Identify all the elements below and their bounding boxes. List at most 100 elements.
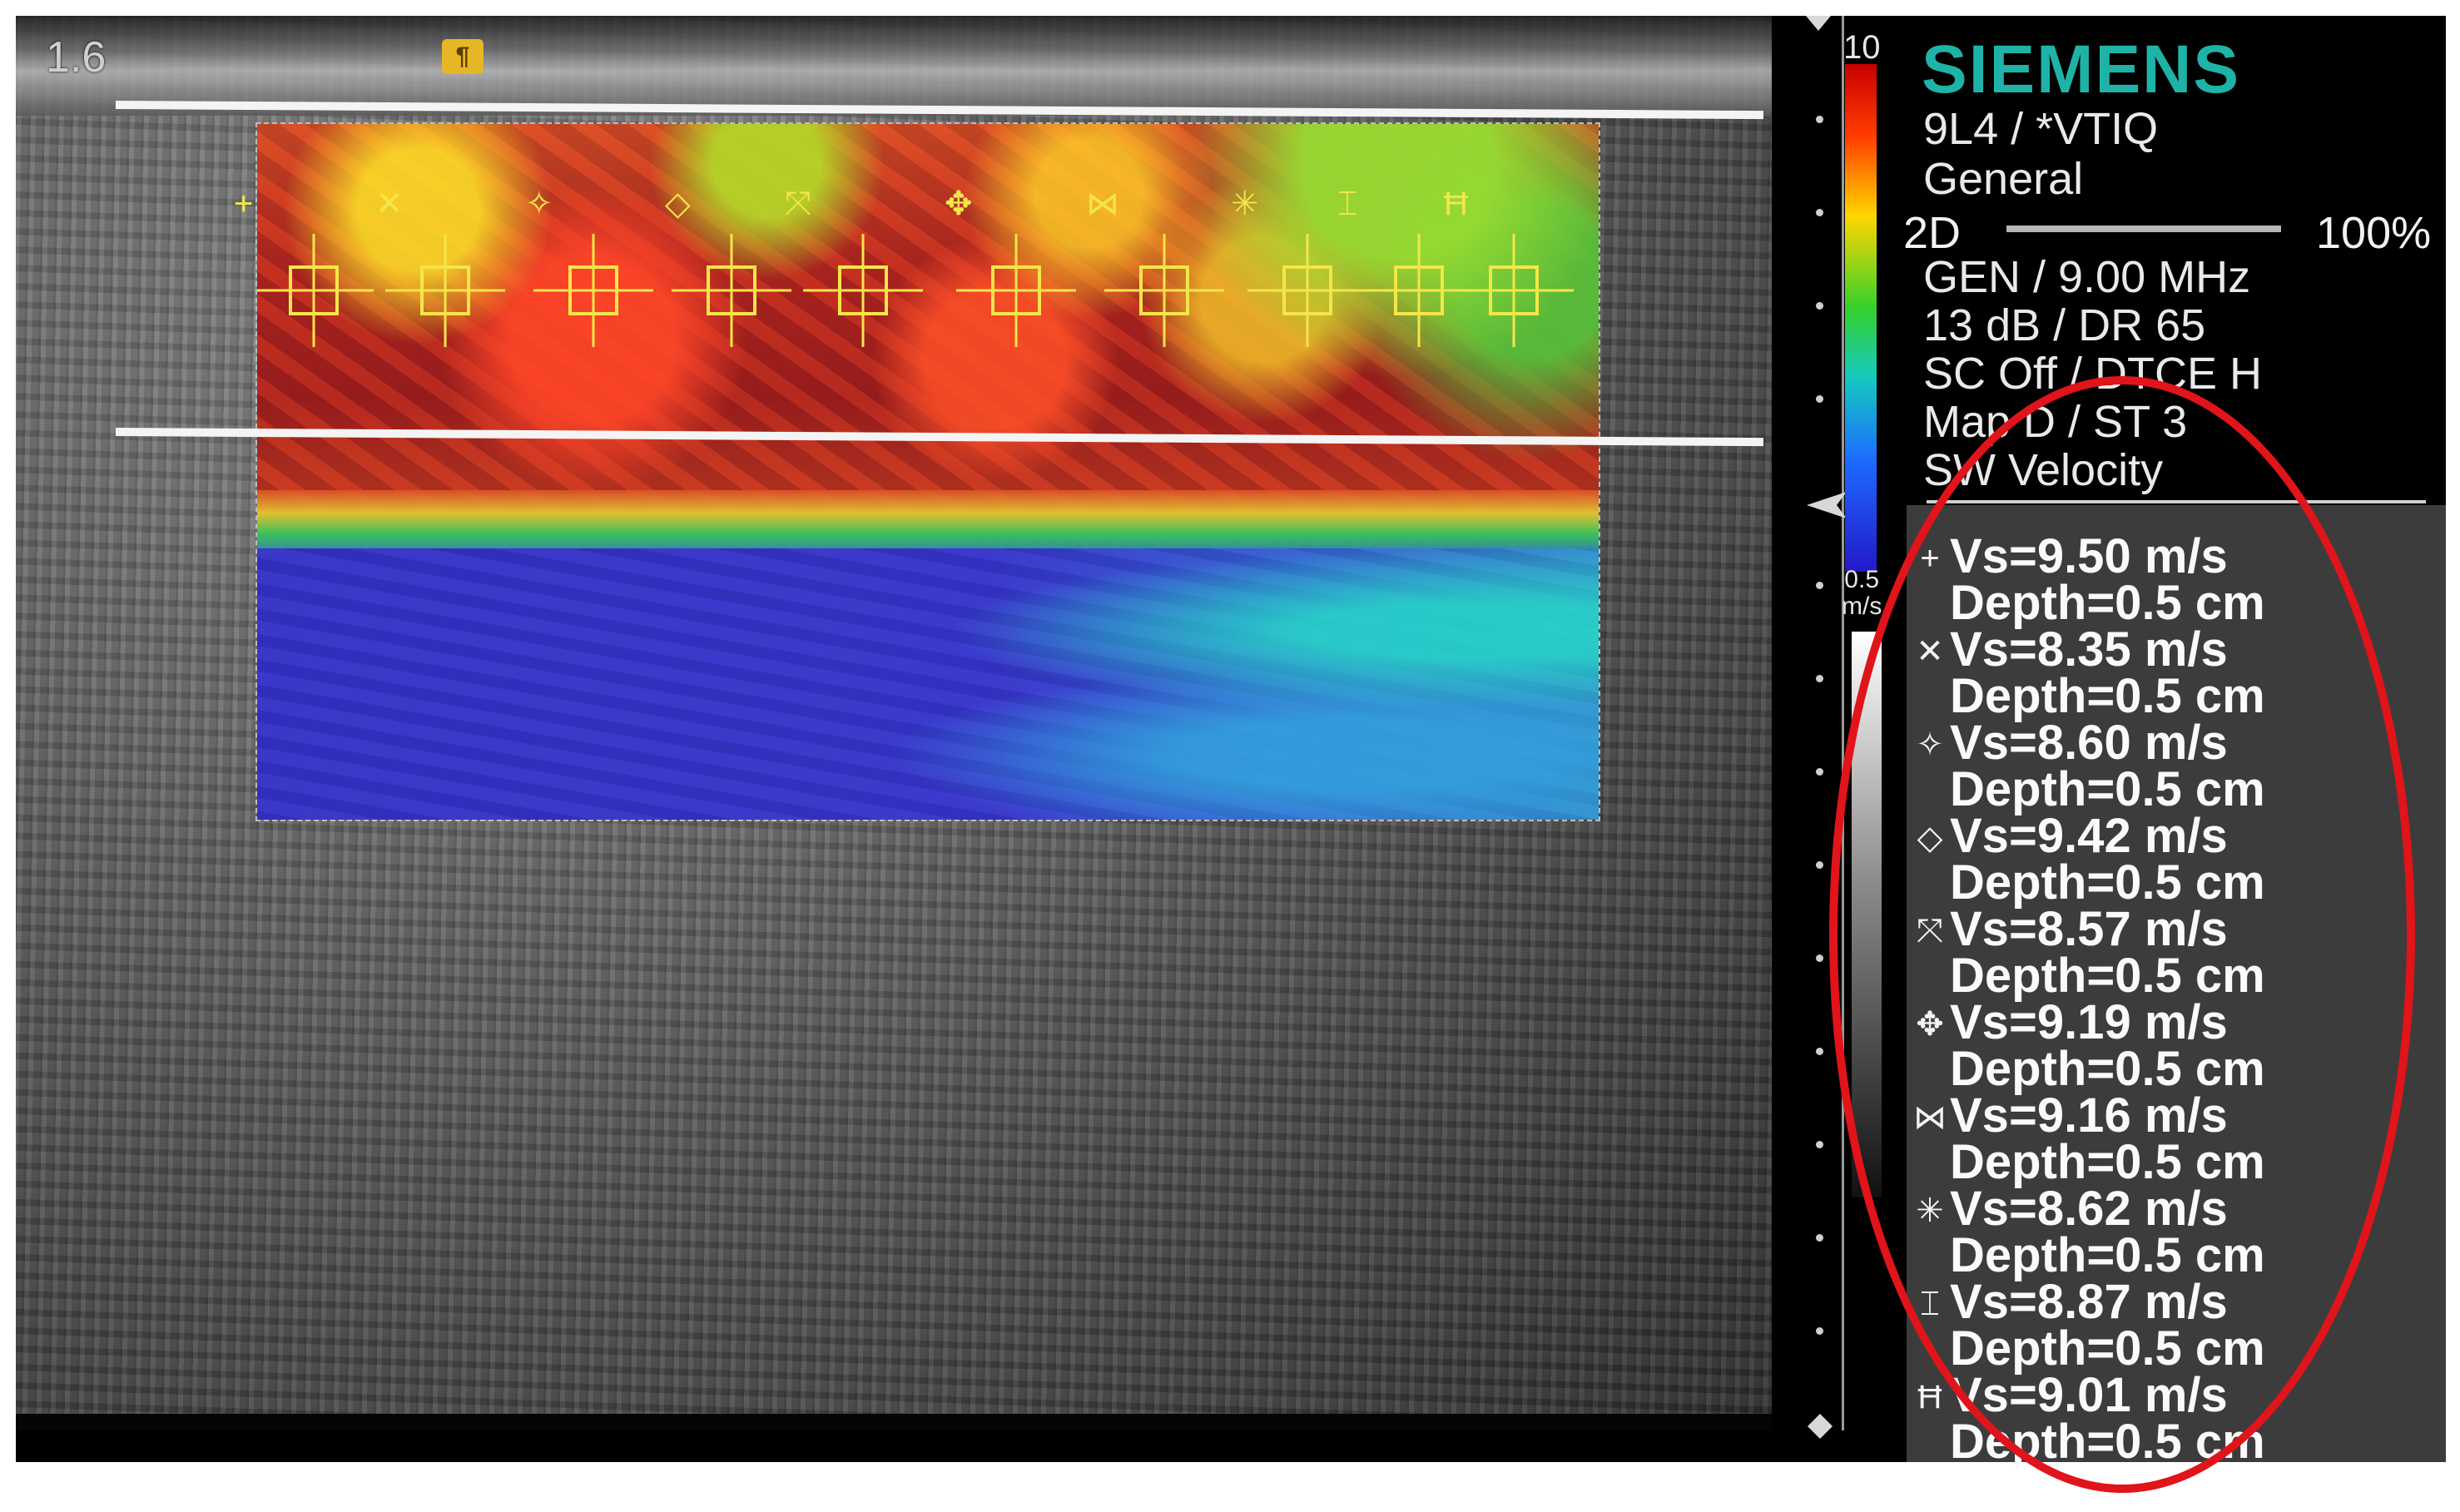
ruler-tick (1816, 675, 1823, 682)
ruler-tick (1816, 954, 1823, 962)
preset-label: General (1923, 154, 2084, 204)
measurement-row[interactable]: ⤧ Vs=8.57 m/s Depth=0.5 cm (1907, 902, 2439, 1003)
measurement-depth: Depth=0.5 cm (1950, 855, 2265, 910)
measurement-crosshair[interactable] (385, 234, 505, 347)
scale-indicator: 1.6 (46, 33, 107, 82)
info-divider (1927, 500, 2426, 503)
measurement-row[interactable]: ⌶ Vs=8.87 m/s Depth=0.5 cm (1907, 1275, 2439, 1376)
ruler-tick (1816, 1141, 1823, 1148)
measurement-crosshair[interactable] (1454, 234, 1574, 347)
ruler-tick (1816, 116, 1823, 123)
measurement-velocity: Vs=8.62 m/s (1950, 1182, 2228, 1236)
ultrasound-screen: 1.6 ¶ + ✕ ✧ ◇ ⤧ ✥ ⋈ ✳ ⌶ Ħ 10 0.5 m/s SIE… (16, 16, 2446, 1469)
measurement-depth: Depth=0.5 cm (1950, 1135, 2265, 1189)
diamond-icon: ◇ (665, 186, 691, 222)
ruler-line (1842, 16, 1844, 1430)
measurement-depth: Depth=0.5 cm (1950, 1042, 2265, 1096)
brand-logo: SIEMENS (1922, 32, 2241, 107)
measurement-crosshair[interactable] (956, 234, 1076, 347)
measurement-row[interactable]: ✕ Vs=8.35 m/s Depth=0.5 cm (1907, 622, 2439, 723)
ruler-tick (1816, 395, 1823, 403)
measurement-depth: Depth=0.5 cm (1950, 669, 2265, 723)
elastography-roi-box[interactable] (255, 122, 1600, 821)
measurement-velocity: Vs=9.01 m/s (1950, 1368, 2228, 1422)
colorbar-max-label: 10 (1843, 29, 1881, 66)
x-cross-icon: ✕ (375, 186, 404, 222)
measurement-velocity: Vs=8.87 m/s (1950, 1275, 2228, 1329)
measurement-row[interactable]: + Vs=9.50 m/s Depth=0.5 cm (1907, 529, 2439, 630)
expand-arrows-icon: ⤧ (1917, 913, 1943, 949)
measurement-velocity: Vs=9.16 m/s (1950, 1088, 2228, 1143)
display-label: SW Velocity (1923, 445, 2164, 495)
measurement-crosshair[interactable] (672, 234, 791, 347)
measurement-velocity: Vs=9.50 m/s (1950, 529, 2228, 583)
measurement-velocity: Vs=9.19 m/s (1950, 995, 2228, 1049)
crosshair-plus-icon: + (1920, 540, 1940, 577)
gain-percent-label: 100% (2316, 208, 2432, 258)
velocity-color-bar (1845, 64, 1877, 572)
diamond-cross-icon: ✧ (1916, 726, 1944, 763)
sc-dtce-label: SC Off / DTCE H (1923, 349, 2263, 399)
bracket-bars-icon: ⌶ (1337, 186, 1357, 222)
ruler-bottom-diamond-icon (1808, 1414, 1833, 1439)
h-bars-icon: Ħ (1917, 1379, 1942, 1415)
ruler-tick (1816, 1234, 1823, 1242)
measurement-velocity: Vs=9.42 m/s (1950, 809, 2228, 863)
gain-dr-label: 13 dB / DR 65 (1923, 300, 2206, 350)
measurement-row[interactable]: ⋈ Vs=9.16 m/s Depth=0.5 cm (1907, 1088, 2439, 1189)
measurement-depth: Depth=0.5 cm (1950, 762, 2265, 816)
ruler-tick (1816, 768, 1823, 776)
measurement-row[interactable]: ✥ Vs=9.19 m/s Depth=0.5 cm (1907, 995, 2439, 1096)
mode-label: 2D (1903, 208, 1962, 258)
ultrasound-image[interactable]: 1.6 ¶ + ✕ ✧ ◇ ⤧ ✥ ⋈ ✳ ⌶ Ħ (16, 16, 1772, 1430)
ruler-top-arrow-icon (1806, 16, 1831, 31)
measurement-depth: Depth=0.5 cm (1950, 1321, 2265, 1376)
measurement-depth: Depth=0.5 cm (1950, 576, 2265, 630)
measurement-results-panel: + Vs=9.50 m/s Depth=0.5 cm ✕ Vs=8.35 m/s Dept… (1907, 505, 2446, 1469)
measurement-depth: Depth=0.5 cm (1950, 949, 2265, 1003)
contract-arrows-icon: ⋈ (1086, 186, 1119, 222)
measurement-row[interactable]: ✧ Vs=8.60 m/s Depth=0.5 cm (1907, 716, 2439, 815)
compass-cross-icon: ✥ (1916, 1006, 1944, 1043)
measurement-crosshair[interactable] (803, 234, 923, 347)
measurement-row[interactable]: ◇ Vs=9.42 m/s Depth=0.5 cm (1907, 809, 2439, 910)
ruler-tick (1816, 861, 1823, 869)
measurement-depth: Depth=0.5 cm (1950, 1228, 2265, 1282)
expand-arrows-icon: ⤧ (785, 186, 811, 222)
measurement-depth: Depth=0.5 cm (1950, 1415, 2265, 1469)
ruler-tick (1816, 582, 1823, 589)
contract-arrows-icon: ⋈ (1913, 1099, 1947, 1136)
measurement-velocity: Vs=8.60 m/s (1950, 716, 2228, 770)
crosshair-plus-icon: + (234, 186, 254, 222)
bookmark-icon[interactable]: ¶ (442, 39, 484, 74)
ruler-tick (1816, 1048, 1823, 1055)
diamond-icon: ◇ (1917, 820, 1943, 856)
measurement-crosshair[interactable] (533, 234, 653, 347)
depth-ruler (1778, 16, 1853, 1462)
measurement-velocity: Vs=8.35 m/s (1950, 622, 2228, 677)
image-bottom-bar (16, 1414, 1772, 1430)
compass-cross-icon: ✥ (945, 186, 973, 222)
measurement-markers[interactable] (257, 124, 1600, 821)
frequency-label: GEN / 9.00 MHz (1923, 252, 2251, 302)
transducer-label: 9L4 / *VTIQ (1923, 104, 2159, 154)
colorbar-unit: m/s (1842, 592, 1882, 620)
ruler-tick (1816, 209, 1823, 216)
measurement-row[interactable]: ✳ Vs=8.62 m/s Depth=0.5 cm (1907, 1182, 2439, 1281)
colorbar-min-label: 0.5 m/s (1842, 567, 1882, 620)
ruler-tick (1816, 302, 1823, 310)
measurement-crosshair[interactable] (257, 234, 374, 347)
measurement-crosshair[interactable] (1247, 234, 1367, 347)
ruler-tick (1816, 1327, 1823, 1335)
measurement-velocity: Vs=8.57 m/s (1950, 902, 2228, 956)
asterisk-icon: ✳ (1916, 1192, 1944, 1229)
colorbar-min-value: 0.5 (1844, 566, 1880, 593)
measurement-crosshair[interactable] (1104, 234, 1224, 347)
gain-slider[interactable] (2006, 226, 2281, 232)
measurement-row[interactable]: Ħ Vs=9.01 m/s Depth=0.5 cm (1907, 1368, 2439, 1469)
bracket-bars-icon: ⌶ (1920, 1286, 1940, 1322)
h-bars-icon: Ħ (1444, 186, 1468, 222)
asterisk-icon: ✳ (1231, 186, 1259, 222)
grayscale-bar (1852, 632, 1882, 1197)
skin-line-band (16, 16, 1772, 116)
